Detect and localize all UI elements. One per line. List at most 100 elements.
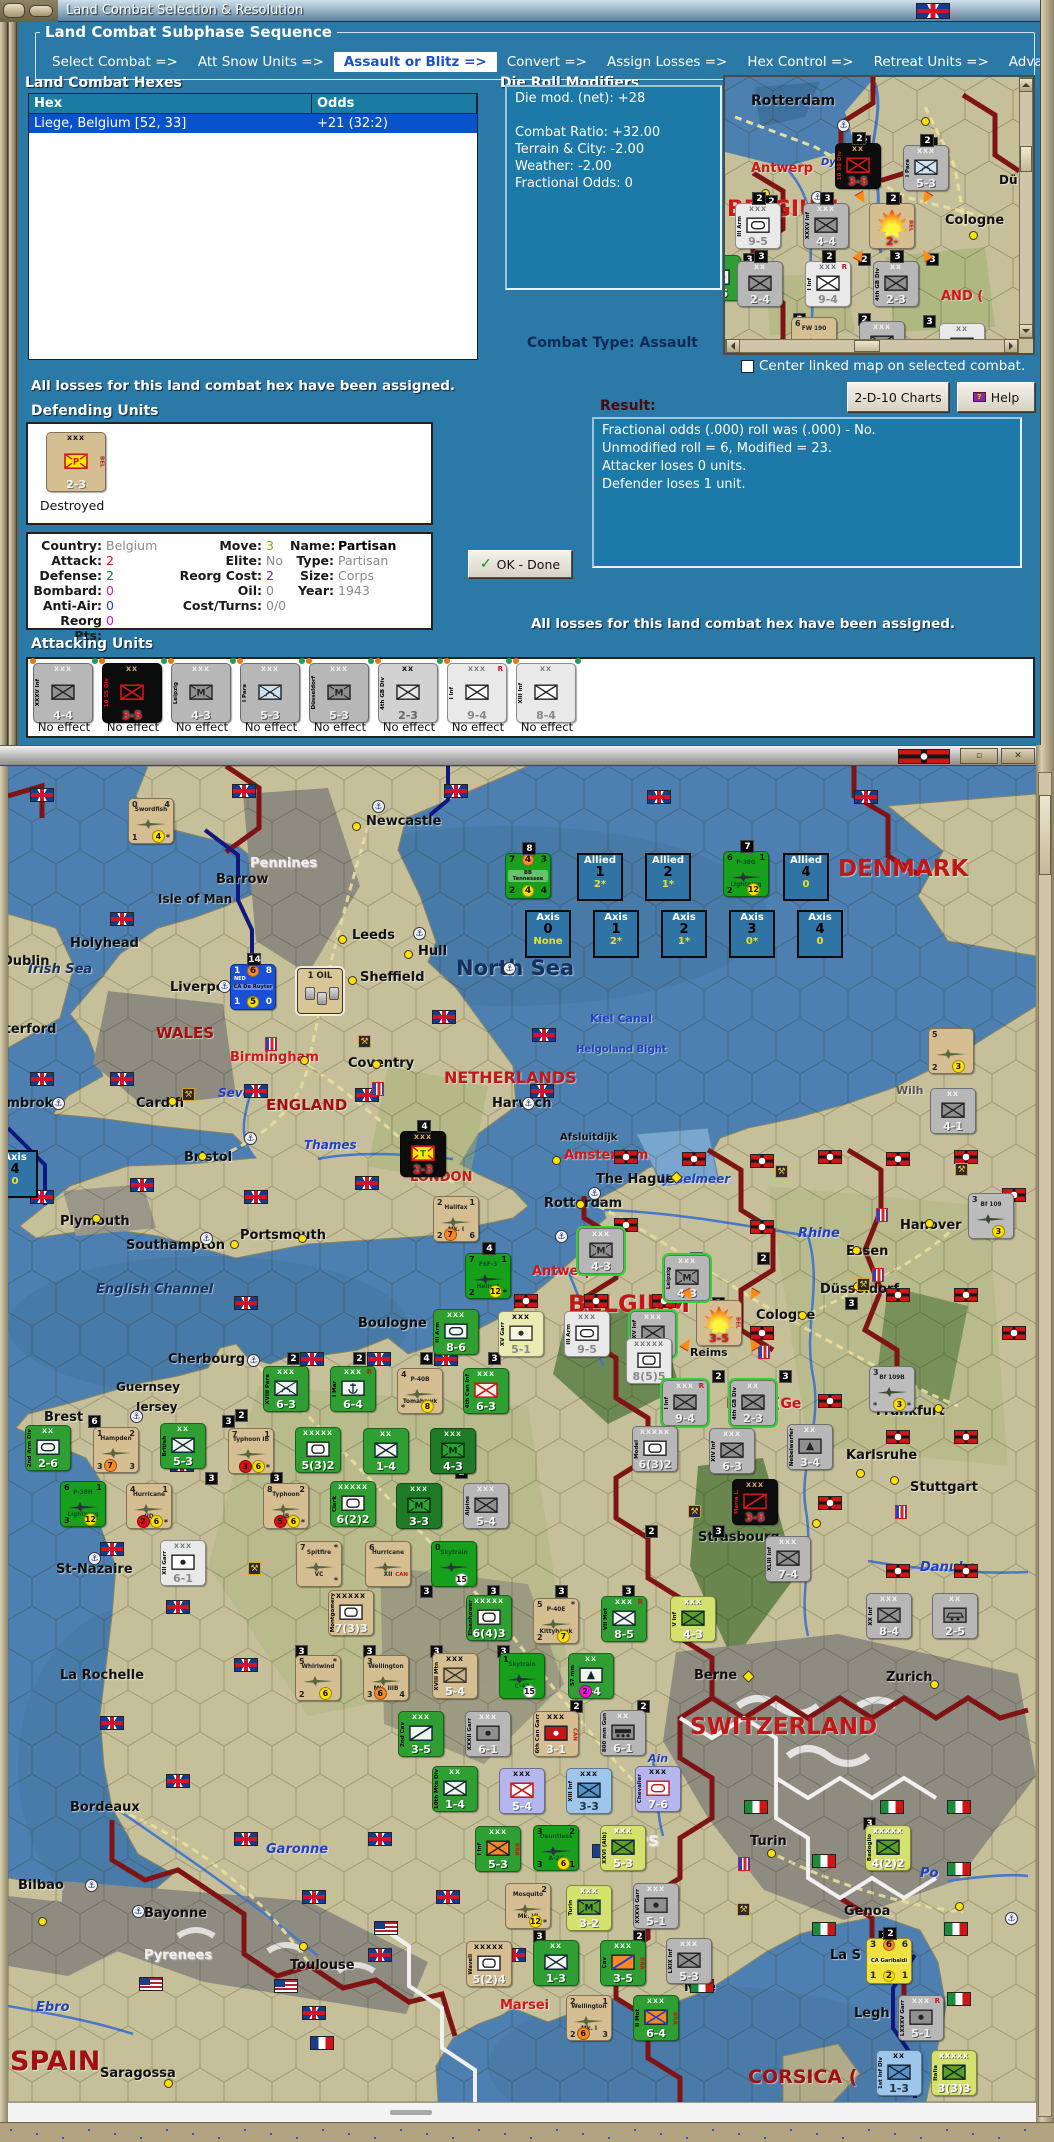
air-unit-counter[interactable]: 1 Skytrain C-47 15	[499, 1653, 545, 1699]
ground-unit-counter[interactable]: XXX Düsseldorf M 5-3	[309, 663, 369, 723]
hex-column-header[interactable]: Hex	[29, 94, 312, 113]
air-unit-counter[interactable]: 7 1 Typhoon IB * 3 6	[228, 1428, 274, 1474]
minimap-scroll-right-icon[interactable]	[1004, 339, 1018, 353]
minimap-scroll-up-icon[interactable]	[1019, 78, 1033, 92]
ground-unit-counter[interactable]: XXX III Arm 9-5	[564, 1311, 610, 1357]
ground-unit-counter[interactable]: XXXXXXV Inf4-4	[803, 203, 849, 249]
side-info-box[interactable]: Axis40	[8, 1150, 38, 1198]
ground-unit-counter[interactable]: XXX I Para 5-3	[240, 663, 300, 723]
air-unit-counter[interactable]: 8 2 Typhoon IB * 5 6	[263, 1483, 309, 1529]
ground-unit-counter[interactable]: XX XIII Inf 8-4	[516, 663, 576, 723]
air-unit-counter[interactable]: 5 * P-40E Kittyhawk 2 7	[533, 1598, 579, 1644]
air-unit-counter[interactable]: 5 * Whirlwind 2 6	[295, 1655, 341, 1701]
air-unit-counter[interactable]: 0 4 Swordfish 1 * 4	[128, 798, 174, 844]
air-unit-counter[interactable]: 1 2 Hampden 3 3 7	[93, 1427, 139, 1473]
ground-unit-counter[interactable]: XXX XXXII Garr 6-1	[465, 1711, 511, 1757]
ground-unit-counter[interactable]: XX 4th GB Div 2-3	[873, 261, 919, 307]
subphase-step[interactable]: Assign Losses =>	[597, 52, 737, 72]
attacking-unit-slot[interactable]: XXX I Inf R 9-4 No effect	[444, 658, 512, 734]
help-button[interactable]: ? Help	[957, 382, 1035, 412]
oil-resource-counter[interactable]: 1 OIL	[297, 968, 343, 1014]
ground-unit-counter[interactable]: XXXXX Italia 3(3)3	[931, 2050, 977, 2096]
ground-unit-counter[interactable]: XXX I Mar R 6-4	[330, 1366, 376, 1412]
ground-unit-counter[interactable]: XXX I Inf R 9-4	[805, 261, 851, 307]
ground-unit-counter[interactable]: XX 4th GB Div 2-3	[728, 1378, 778, 1428]
strategic-map[interactable]: North Sea Irish Sea English Channel DENMARK…	[8, 766, 1036, 2102]
ground-unit-counter[interactable]: XXX V Inf 4-3	[670, 1596, 716, 1642]
attacking-unit-slot[interactable]: XX XIII Inf 8-4 No effect	[513, 658, 581, 734]
air-unit-counter[interactable]: 2 1 Wellington Mk. I236	[566, 1995, 612, 2041]
air-unit-counter[interactable]: 5 2 3	[928, 1028, 974, 1074]
ground-unit-counter[interactable]: XXX XII Garr 6-1	[160, 1540, 206, 1586]
air-unit-counter[interactable]: 7 * Spitfire VC *	[296, 1541, 342, 1587]
ground-unit-counter[interactable]: XX	[939, 323, 985, 339]
air-unit-counter[interactable]: 3 Wellington Mk. IIIB 3 4 6	[363, 1655, 409, 1701]
ground-unit-counter[interactable]: XXX Cav BRA 3-5	[600, 1940, 646, 1986]
ground-unit-counter[interactable]: XX Nebelwerfer 3-4	[787, 1424, 833, 1470]
map-hslider[interactable]	[390, 2110, 432, 2115]
air-unit-counter[interactable]: 6 1 P-38H Lightning 3 12	[60, 1481, 106, 1527]
ground-unit-counter[interactable]: XXX M 3-3	[396, 1483, 442, 1529]
charts-button[interactable]: 2-D-10 Charts	[847, 382, 949, 412]
minimap-scroll-left-icon[interactable]	[726, 339, 740, 353]
ground-unit-counter[interactable]: XXXXXXV Inf4-4	[33, 663, 93, 723]
map-vscrollbar[interactable]	[1038, 772, 1052, 2117]
ground-unit-counter[interactable]: XXX XV Garr 5-1	[498, 1311, 544, 1357]
ground-unit-counter[interactable]: XXXXX Montgomery 7(3)3	[328, 1590, 374, 1636]
ground-unit-counter[interactable]: XXXXX Eisenhower 6(4)3	[466, 1595, 512, 1641]
ground-unit-counter[interactable]: XXX M 4-3	[576, 1226, 626, 1276]
ground-unit-counter[interactable]: XXXXX 5(3)2	[295, 1427, 341, 1473]
ground-unit-counter[interactable]: XXX XIII Inf 3-3	[566, 1768, 612, 1814]
ground-unit-counter[interactable]: XX 1-3	[533, 1940, 579, 1986]
air-unit-counter[interactable]: 3 Bf 109B * * 3	[869, 1366, 915, 1412]
air-unit-counter[interactable]: 2 1 Halifax Mk. I267	[433, 1196, 479, 1242]
side-info-box[interactable]: Allied 2 1*	[645, 853, 691, 901]
ground-unit-counter[interactable]: XXXXX Clark 6(2)2	[330, 1481, 376, 1527]
ok-done-button[interactable]: ✓ OK - Done	[468, 550, 572, 578]
map-vslider[interactable]	[1039, 795, 1051, 875]
burning-hex-counter[interactable]: 2- BEL	[869, 203, 915, 249]
ground-unit-counter[interactable]: XXXXX 8(5)5	[626, 1338, 672, 1384]
map-hscrollbar[interactable]	[8, 2102, 1036, 2122]
ground-unit-counter[interactable]: XXX LXIX Inf 5-3	[666, 1938, 712, 1984]
ground-unit-counter[interactable]: XX 2nd Arm Div 2-6	[25, 1425, 71, 1471]
window-minimize-icon[interactable]	[29, 5, 53, 17]
attacking-unit-slot[interactable]: XX 10 SS Div 3-5 No effect	[99, 658, 167, 734]
ground-unit-counter[interactable]: XXXXX Model 6(3)2	[632, 1426, 678, 1472]
hex-list-header[interactable]: Hex Odds	[29, 94, 477, 114]
side-info-box[interactable]: Axis40	[797, 910, 843, 958]
ground-unit-counter[interactable]: XX 10 SS Div 3-5	[835, 143, 881, 189]
ground-unit-counter[interactable]: XXX XX Inf 8-4	[866, 1593, 912, 1639]
ground-unit-counter[interactable]: XX 2-4	[737, 261, 783, 307]
window-control-knobs[interactable]	[0, 0, 58, 22]
air-unit-counter[interactable]: 6FW 190A-1	[791, 317, 837, 339]
ground-unit-counter[interactable]: XX 10th Mtn Div 1-4	[432, 1766, 478, 1812]
side-info-box[interactable]: Axis 0 None	[525, 910, 571, 958]
subphase-step[interactable]: Retreat Units =>	[864, 52, 999, 72]
map-restore-button[interactable]: ▫	[960, 748, 998, 764]
air-unit-counter[interactable]: 6 1 P-38G Lightning 2 12	[723, 851, 769, 897]
minimap-vslider[interactable]	[1020, 146, 1032, 172]
side-info-box[interactable]: Axis 1 2*	[593, 910, 639, 958]
subphase-step[interactable]: Select Combat =>	[42, 52, 188, 72]
ground-unit-counter[interactable]: XXX XIV Inf 6-3	[709, 1428, 755, 1474]
ground-unit-counter[interactable]: XXX 4th Can Inf 6-3	[463, 1368, 509, 1414]
ground-unit-counter[interactable]: XXX M 4-3	[430, 1428, 476, 1474]
ground-unit-counter[interactable]: XXXInf	[859, 321, 905, 339]
ground-unit-counter[interactable]: XXX Leipzig M 4-3	[171, 663, 231, 723]
ground-unit-counter[interactable]: XXX 2nd Cav 3-5	[398, 1711, 444, 1757]
attacking-unit-slot[interactable]: XXX Düsseldorf M 5-3 No effect	[306, 658, 374, 734]
ground-unit-counter[interactable]: XXX Turin M 3-2	[566, 1885, 612, 1931]
ground-unit-counter[interactable]: XXX I Inf R 9-4	[660, 1378, 710, 1428]
side-info-box[interactable]: Allied 4 0	[783, 853, 829, 901]
subphase-step[interactable]: Hex Control =>	[737, 52, 863, 72]
ground-unit-counter[interactable]: XX 4-1	[930, 1088, 976, 1134]
ground-unit-counter[interactable]: XXXXX Badoglio 4(2)2	[865, 1825, 911, 1871]
ground-unit-counter[interactable]: XXX XVIII Para 6-3	[263, 1366, 309, 1412]
ground-unit-counter[interactable]: XXX Chevalier 7-6	[635, 1766, 681, 1812]
ground-unit-counter[interactable]: XXX I Inf BRA 5-3	[475, 1826, 521, 1872]
center-map-checkbox[interactable]	[741, 359, 754, 373]
ground-unit-counter[interactable]: XXX T 2-3	[400, 1131, 446, 1177]
attacking-unit-slot[interactable]: XXX Leipzig M 4-3 No effect	[168, 658, 236, 734]
attacking-unit-slot[interactable]: XXX XXXV Inf 4-4 No effect	[30, 658, 98, 734]
